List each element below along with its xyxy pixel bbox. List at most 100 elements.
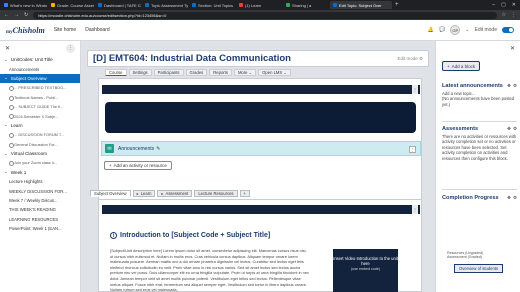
course-index-item[interactable]: WEEKLY DISCUSSION FOR...	[0, 186, 80, 195]
course-index-section[interactable]: Week 1	[0, 168, 80, 177]
plus-icon: +	[447, 63, 450, 69]
course-index-section[interactable]: Learn	[0, 121, 80, 130]
course-nav-tab[interactable]: Settings	[128, 69, 152, 76]
browser-tab-label: What's new in Windows?	[10, 2, 47, 8]
browser-tab-label: Section: Unit Topics	[198, 2, 234, 8]
course-banner	[105, 102, 416, 133]
favicon-icon	[333, 3, 337, 7]
gear-icon[interactable]: ⚙	[513, 83, 517, 89]
edit-pencil-icon[interactable]: ✎	[156, 146, 160, 152]
chevron-right-icon: ▸	[161, 191, 164, 196]
logo[interactable]: myChisholm	[6, 26, 45, 35]
browser-tab[interactable]: Dashboard | TAFE Chish	[95, 1, 141, 9]
back-icon[interactable]: ←	[4, 12, 9, 18]
overview-students-button[interactable]: Overview of students	[454, 264, 504, 273]
forum-icon: ✉	[105, 144, 114, 153]
intro-description: [Subject/Unit description here] Lorem ip…	[110, 248, 309, 292]
divider	[442, 189, 517, 190]
browser-tab-label: Dashboard | TAFE Chish	[104, 2, 141, 8]
close-drawer-icon[interactable]: ✕	[5, 45, 10, 52]
browser-tab-label: Grade: Course Assess	[57, 2, 94, 8]
move-icon[interactable]: ✥	[507, 195, 511, 201]
maximize-button[interactable]: ▢	[501, 2, 506, 8]
topic-header-bar	[102, 205, 420, 214]
reload-icon[interactable]: ↻	[24, 12, 28, 18]
notification-bell-icon[interactable]: 🔔	[428, 27, 434, 33]
edit-mode-link[interactable]: Edit mode ⚙	[397, 56, 423, 62]
move-icon[interactable]: ✥	[507, 126, 511, 132]
browser-tab[interactable]: (1) Learn	[236, 1, 282, 9]
add-activity-button[interactable]: + Add an activity or resource	[104, 161, 172, 170]
logo-prefix: my	[6, 29, 13, 35]
browser-tab[interactable]: Grade: Course Assess	[48, 1, 94, 9]
section-tab[interactable]: ▸ Learn	[132, 190, 156, 197]
close-block-drawer-icon[interactable]: ✕	[510, 45, 515, 52]
course-index-item[interactable]: ... SUBJECT GUIDE The fi...	[0, 102, 80, 111]
announcements-link[interactable]: Announcements	[118, 146, 154, 152]
course-index-section[interactable]: Virtual Classroom	[0, 149, 80, 158]
url-field[interactable]: https://moodle.chisholm.edu.au/course/ed…	[33, 11, 497, 19]
nav-dashboard[interactable]: Dashboard	[85, 27, 109, 33]
minimize-button[interactable]: –	[492, 2, 495, 8]
course-index-item[interactable]: THIS WEEK'S READING	[0, 205, 80, 214]
gear-icon[interactable]: ⚙	[513, 195, 517, 201]
browser-tab[interactable]: What's new in Windows?	[1, 1, 47, 9]
user-menu-chevron-icon[interactable]: ⌄	[465, 27, 469, 33]
info-icon: i	[110, 232, 117, 239]
course-index-item[interactable]: General Discussion For...	[0, 140, 80, 149]
browser-tab[interactable]: Sharing | a	[283, 1, 329, 9]
plus-icon: +	[109, 163, 112, 168]
course-index-item[interactable]: Lecture Highlights	[0, 177, 80, 186]
course-nav-tab[interactable]: Grades	[185, 69, 208, 76]
course-index-section[interactable]: Subject Overview	[0, 73, 80, 84]
course-index-item[interactable]: ... PRESCRIBED TEXTBOO...	[0, 83, 80, 92]
browser-tab[interactable]: Section: Unit Topics	[189, 1, 235, 9]
edit-mode-label: Edit mode	[474, 27, 497, 33]
menu-icon[interactable]: ⋮	[511, 12, 516, 18]
drawer-options-icon[interactable]: ⋮	[66, 43, 75, 53]
course-nav-tab[interactable]: Participants	[153, 69, 184, 76]
section-tab[interactable]: +	[239, 190, 250, 197]
edit-mode-toggle[interactable]	[502, 27, 514, 33]
browser-tab-label: Edit Topic: Subject Over	[339, 2, 382, 8]
course-nav-tab[interactable]: More ⌄	[233, 69, 257, 76]
browser-tabs: What's new in Windows? Grade: Course Asse…	[0, 1, 392, 9]
course-index-item[interactable]: Announcements	[0, 64, 80, 73]
favicon-icon	[145, 3, 149, 7]
move-icon[interactable]: ✥	[507, 83, 511, 89]
new-tab-button[interactable]: +	[392, 2, 402, 8]
section-tab[interactable]: Lecture Resources	[194, 190, 238, 197]
favicon-icon	[98, 3, 102, 7]
activity-options-icon[interactable]: ⋮	[409, 146, 416, 153]
course-index-item[interactable]: 2024 Semester X Subje...	[0, 111, 80, 120]
avatar[interactable]: GP	[450, 25, 461, 35]
star-icon[interactable]: ☆	[502, 12, 506, 18]
nav-site-home[interactable]: Site home	[54, 27, 77, 33]
browser-tab[interactable]: Topic Assessment Type	[142, 1, 188, 9]
add-block-button[interactable]: + Add a block	[442, 61, 481, 71]
course-index-item[interactable]: LEARNING RESOURCES	[0, 215, 80, 224]
announcements-activity[interactable]: ✉ Announcements ✎ ⋮	[101, 141, 421, 156]
block-title: Completion Progress	[442, 195, 499, 201]
course-nav-tab[interactable]: Reports	[209, 69, 232, 76]
course-index-drawer: ✕ ⋮ UnitCodes: Unit TitleAnnouncementsSu…	[0, 41, 81, 292]
course-index-item[interactable]: Textbook Names - Publi...	[0, 93, 80, 102]
messages-icon[interactable]: 💬	[439, 27, 445, 33]
course-index-section[interactable]: UnitCodes: Unit Title	[0, 55, 80, 64]
course-index-item[interactable]: Join your Zoom class h...	[0, 158, 80, 167]
section-tab[interactable]: Subject Overview	[90, 190, 131, 197]
course-nav-tab[interactable]: Course	[105, 69, 127, 76]
topic-content-card: ⋮ i Introduction to [Subject Code + Subj…	[98, 199, 422, 292]
course-index-item[interactable]: PowerPoint: Week 1 (EAN...	[0, 224, 80, 233]
section-tab[interactable]: ▸ Assessment	[157, 190, 193, 197]
browser-tab[interactable]: Edit Topic: Subject Over	[330, 1, 392, 9]
window-controls: – ▢ ✕	[492, 2, 520, 8]
gear-icon[interactable]: ⚙	[513, 126, 517, 132]
close-window-button[interactable]: ✕	[512, 2, 516, 8]
forward-icon[interactable]: →	[14, 12, 19, 18]
course-index-item[interactable]: Week 7 / Weekly Discus...	[0, 196, 80, 205]
course-nav-tab[interactable]: Open LMS ⌄	[258, 69, 291, 76]
topic-options-icon[interactable]: ⋮	[412, 205, 418, 214]
course-index-item[interactable]: ... DISCUSSION FORUM T...	[0, 130, 80, 139]
section-options-icon[interactable]: ⋮	[412, 85, 418, 94]
